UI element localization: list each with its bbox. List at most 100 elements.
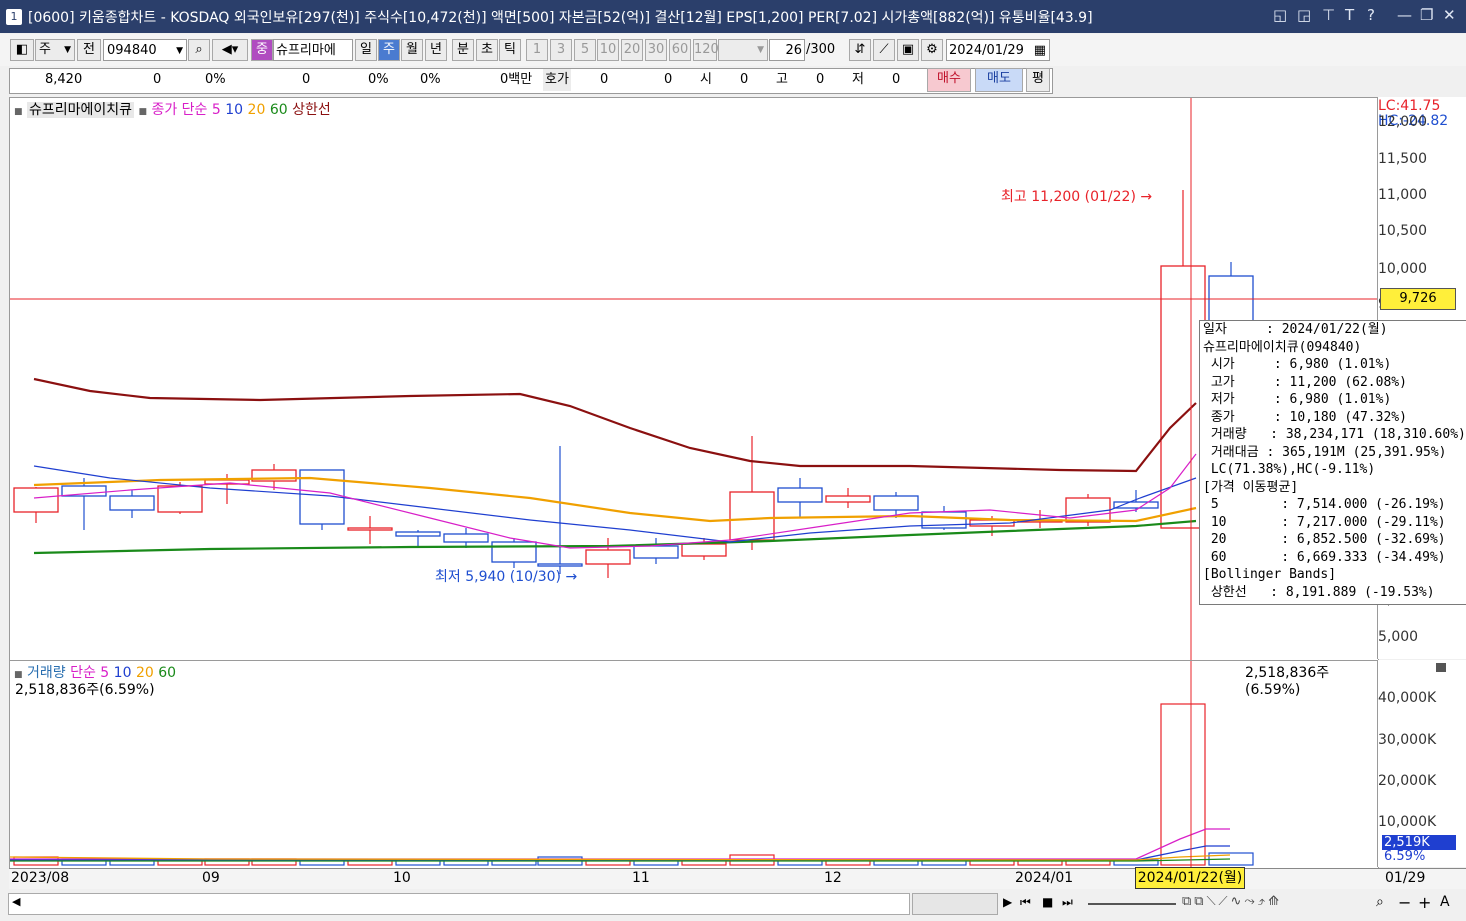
volume-percent: 0% (368, 72, 389, 87)
buy-button[interactable]: 매수 (927, 68, 971, 92)
chart-menu-icon[interactable]: ◧ (10, 39, 34, 61)
horizontal-scrollbar[interactable]: ◀ (8, 893, 910, 915)
price-chart-pane[interactable]: ■ 슈프리마에이치큐 ■ 종가 단순 5 10 20 60 상한선 최고 11,… (9, 97, 1379, 661)
interval-button-6[interactable]: 60 (669, 39, 691, 61)
zoom-out-icon[interactable]: − (1398, 893, 1411, 912)
save-icon[interactable]: ▣ (897, 39, 919, 61)
tooltip-line: 슈프리마에이치큐(094840) (1203, 339, 1362, 355)
window-number: 1 (6, 8, 22, 25)
vol-ma5-line (10, 828, 1230, 860)
zoom-in-icon[interactable]: + (1418, 893, 1431, 912)
candle-body (395, 531, 441, 537)
stock-name-field[interactable]: 슈프리마에 (273, 39, 353, 61)
period-type-select[interactable]: 주 ▼ (35, 39, 75, 61)
interval-button-3[interactable]: 10 (597, 39, 619, 61)
date-value: 2024/01/29 (949, 43, 1024, 58)
auto-scale-icon[interactable]: A (1440, 894, 1450, 910)
scroll-left-icon[interactable]: ◀ (12, 895, 20, 908)
pin-icon[interactable]: ⊤ (1322, 6, 1335, 24)
tooltip-line: 20 : 6,852.500 (-32.69%) (1203, 532, 1446, 547)
sound-icon[interactable]: ◀▾ (212, 39, 248, 61)
volume-axis-tick: 40,000K (1378, 690, 1437, 706)
scroll-thumb[interactable] (912, 893, 998, 915)
draw-icon[interactable]: ⟋ (873, 39, 895, 61)
maximize-icon[interactable]: ❐ (1420, 6, 1433, 24)
period-tab-2[interactable]: 월 (401, 39, 423, 61)
rewind-icon[interactable]: ⏮ (1020, 895, 1031, 910)
ma60-line (33, 519, 1197, 555)
change-percent: 0% (205, 72, 226, 87)
speed-slider[interactable] (1088, 903, 1176, 905)
search-icon[interactable]: ⌕ (188, 39, 210, 61)
help-icon[interactable]: ? (1367, 6, 1375, 24)
candle-body (585, 549, 631, 565)
legend-stock-name[interactable]: 슈프리마에이치큐 (26, 102, 135, 118)
tooltip-line: 5 : 7,514.000 (-26.19%) (1203, 497, 1446, 512)
restore-icon[interactable]: ◱ (1273, 6, 1287, 24)
date-axis-label: 2023/08 (11, 870, 70, 886)
period-type-value: 주 (39, 42, 51, 57)
play-icon[interactable]: ▶ (1003, 895, 1012, 909)
calendar-icon[interactable]: ▦ (1034, 40, 1046, 62)
volume-bar (1160, 703, 1206, 866)
pane-close-icon[interactable] (1436, 663, 1446, 672)
date-input[interactable]: 2024/01/29 ▦ (946, 39, 1050, 61)
forward-icon[interactable]: ⏭ (1062, 895, 1073, 910)
interval-button-2[interactable]: 5 (574, 39, 596, 61)
legend-ma20: 20 (247, 102, 266, 118)
tooltip-line: LC(71.38%),HC(-9.11%) (1203, 462, 1376, 477)
price-change: 0 (153, 72, 162, 87)
legend-ma5: 5 (211, 102, 221, 118)
interval-button-7[interactable]: 120 (693, 39, 719, 61)
high-value: 0 (816, 72, 825, 87)
price-axis-tick: 5,000 (1378, 629, 1419, 645)
legend-bb-upper: 상한선 (292, 102, 331, 118)
period-tab-1[interactable]: 주 (378, 39, 400, 61)
candle-body (347, 527, 393, 531)
average-button[interactable]: 평 (1026, 68, 1050, 92)
interval-button-4[interactable]: 20 (621, 39, 643, 61)
sell-button[interactable]: 매도 (975, 68, 1023, 92)
count-total: /300 (806, 42, 836, 57)
close-icon[interactable]: ✕ (1443, 6, 1456, 24)
settings-icon[interactable]: ⚙ (921, 39, 943, 61)
price-axis-tick: 12,000 (1378, 114, 1427, 130)
custom-interval-select[interactable]: ▼ (718, 39, 768, 61)
date-axis-label: 11 (632, 870, 650, 886)
volume-chart-canvas[interactable] (10, 661, 1378, 868)
zoom-search-icon[interactable]: ⌕ (1376, 894, 1384, 910)
count-input[interactable]: 26 (769, 39, 805, 61)
tooltip-line: 시가 : 6,980 (1.01%) (1203, 357, 1392, 372)
window-title: [0600] 키움종합차트 - KOSDAQ 외국인보유[297(천)] 주식수… (28, 9, 1093, 26)
interval-button-5[interactable]: 30 (645, 39, 667, 61)
candle-body (825, 495, 871, 503)
stock-code-input[interactable]: 094840 ▼ (103, 39, 187, 61)
tool-icons[interactable]: ⧉⧉⟍⟋∿⤳⤴⟰ (1182, 894, 1282, 909)
date-axis-label: 10 (393, 870, 411, 886)
legend-vol-ma60: 60 (158, 665, 177, 681)
chevron-down-icon: ▼ (64, 45, 71, 55)
interval-button-0[interactable]: 1 (526, 39, 548, 61)
interval-button-1[interactable]: 3 (550, 39, 572, 61)
tooltip-line: 종가 : 10,180 (47.32%) (1203, 409, 1407, 425)
period-tab-6[interactable]: 틱 (499, 39, 521, 61)
tile-icon[interactable]: ◲ (1297, 6, 1311, 24)
period-tab-0[interactable]: 일 (355, 39, 377, 61)
compare-icon[interactable]: ⇵ (849, 39, 871, 61)
current-price: 8,420 (45, 72, 83, 87)
volume-value-left: 2,518,836주(6.59%) (15, 682, 155, 698)
open-value: 0 (740, 72, 749, 87)
prev-button[interactable]: 전 (77, 39, 101, 61)
period-tab-5[interactable]: 초 (476, 39, 498, 61)
axis-right-date: 01/29 (1385, 870, 1426, 886)
minimize-icon[interactable]: — (1397, 6, 1412, 24)
stop-icon[interactable]: ■ (1042, 895, 1053, 909)
price-chart-canvas[interactable] (10, 98, 1378, 660)
chevron-down-icon: ▼ (176, 46, 183, 56)
period-tab-4[interactable]: 분 (452, 39, 474, 61)
lc-value: LC:41.75 (1378, 98, 1441, 114)
hoga-label: 호가 (543, 69, 571, 91)
font-icon[interactable]: T (1345, 6, 1354, 24)
volume-chart-pane[interactable]: ■ 거래량 단순 5 10 20 60 2,518,836주(6.59%) 2,… (9, 660, 1379, 869)
period-tab-3[interactable]: 년 (425, 39, 447, 61)
